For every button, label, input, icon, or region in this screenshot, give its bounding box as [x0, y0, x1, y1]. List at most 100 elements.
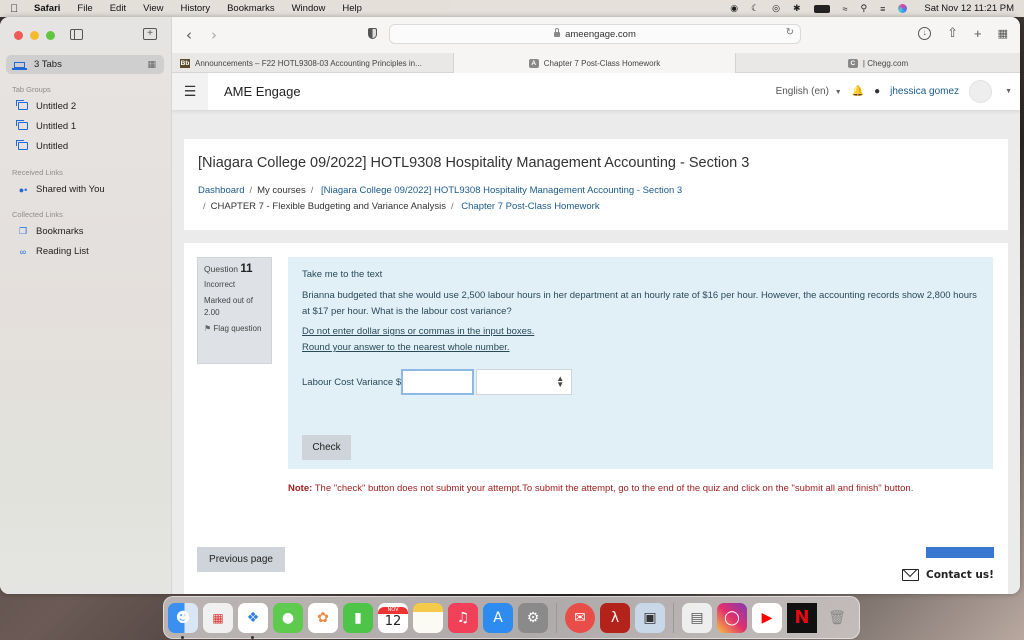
- caret-down-icon: ▼: [834, 89, 842, 96]
- blackboard-favicon-icon: Bb: [180, 58, 190, 68]
- sidebar-item-label: Untitled: [36, 141, 69, 152]
- question-number: Question 11: [204, 263, 265, 275]
- question-content: Take me to the text Brianna budgeted tha…: [288, 257, 993, 469]
- dock-system-preferences-icon[interactable]: ⚙: [518, 602, 548, 633]
- battery-icon[interactable]: [813, 4, 830, 13]
- zoom-window-button[interactable]: [46, 31, 55, 40]
- menu-window[interactable]: Window: [292, 3, 326, 14]
- dock-finder-icon[interactable]: ☻: [168, 602, 198, 639]
- sidebar-item-label: Shared with You: [36, 184, 105, 195]
- avatar[interactable]: [969, 80, 993, 103]
- dock-instagram-icon[interactable]: ◯: [717, 602, 747, 633]
- back-chevron-icon[interactable]: ‹: [186, 26, 192, 44]
- web-page: ☰ AME Engage English (en) ▼ 🔔 ● jhessica…: [172, 73, 1020, 594]
- notification-bell-icon[interactable]: 🔔: [852, 86, 864, 97]
- contact-label: Contact us!: [926, 569, 994, 581]
- spotlight-search-icon[interactable]: ⚲: [861, 3, 868, 14]
- control-center-icon[interactable]: ≡: [880, 4, 885, 14]
- tab-chapter-7-homework[interactable]: A Chapter 7 Post-Class Homework: [454, 53, 736, 73]
- dock-facetime-icon[interactable]: ▮: [343, 602, 373, 633]
- screen-record-icon[interactable]: ◉: [730, 3, 738, 14]
- dock-separator: [556, 602, 557, 633]
- user-name[interactable]: jhessica gomez: [890, 86, 959, 97]
- sidebar-item-tabs[interactable]: 3 Tabs ▦: [6, 55, 164, 74]
- dock-mail-icon[interactable]: ✉: [565, 602, 595, 633]
- apple-menu-icon[interactable]: : [10, 3, 20, 15]
- dock-music-icon[interactable]: ♫: [448, 602, 478, 633]
- siri-icon[interactable]: [898, 4, 908, 13]
- wifi-icon[interactable]: ≈: [843, 4, 848, 14]
- menu-help[interactable]: Help: [342, 3, 362, 14]
- sidebar-item-untitled-2[interactable]: Untitled 2: [16, 99, 76, 112]
- menu-view[interactable]: View: [143, 3, 163, 14]
- dock-photos-icon[interactable]: ✿: [308, 602, 338, 633]
- dock-preview-icon[interactable]: ▣: [635, 602, 665, 633]
- close-window-button[interactable]: [14, 31, 23, 40]
- language-selector[interactable]: English (en) ▼: [776, 86, 842, 97]
- messages-chat-icon[interactable]: ●: [874, 86, 880, 97]
- menu-edit[interactable]: Edit: [110, 3, 126, 14]
- envelope-icon: [902, 569, 919, 581]
- menu-file[interactable]: File: [77, 3, 92, 14]
- calendar-month: NOV: [378, 606, 408, 614]
- sidebar-item-shared-with-you[interactable]: ●• Shared with You: [17, 184, 105, 195]
- bookmark-icon: ❒: [18, 226, 28, 236]
- variance-type-select[interactable]: ▲ ▼: [476, 369, 573, 395]
- dock-messages-icon[interactable]: ●: [273, 602, 303, 633]
- dock-netflix-icon[interactable]: N: [787, 602, 817, 633]
- labour-cost-variance-input[interactable]: [401, 369, 475, 395]
- breadcrumb-dashboard[interactable]: Dashboard: [198, 185, 244, 196]
- select-updown-icon: ▲ ▼: [556, 374, 565, 389]
- dock-calendar-icon[interactable]: NOV 12: [378, 602, 408, 633]
- new-tab-plus-icon[interactable]: +: [974, 26, 982, 41]
- next-page-button[interactable]: [926, 547, 994, 558]
- breadcrumb-course[interactable]: [Niagara College 09/2022] HOTL9308 Hospi…: [321, 185, 682, 196]
- share-icon[interactable]: ⇧: [947, 25, 958, 41]
- previous-page-button[interactable]: Previous page: [197, 547, 285, 572]
- dock-safari-icon[interactable]: ❖: [238, 602, 268, 639]
- minimize-window-button[interactable]: [30, 31, 39, 40]
- dock-screenshot-icon[interactable]: ▤: [682, 602, 712, 633]
- dock-app-store-icon[interactable]: A: [483, 602, 513, 633]
- flag-question-button[interactable]: ⚑ Flag question: [204, 323, 265, 335]
- contact-us-button[interactable]: Contact us!: [902, 569, 994, 581]
- dock-launchpad-icon[interactable]: ▦: [203, 602, 233, 633]
- browser-toolbar: ‹ › ameengage.com ↻ ↓ ⇧ + ▦: [172, 17, 1020, 53]
- glasses-icon: ∞: [19, 246, 27, 257]
- user-menu-caret-icon[interactable]: ▼: [1005, 88, 1012, 95]
- dock-trash-icon[interactable]: 🗑: [822, 603, 852, 633]
- safari-sidebar: + 3 Tabs ▦ Tab Groups Untitled 2 Untitle…: [0, 17, 172, 594]
- tab-announcements[interactable]: Bb Announcements – F22 HOTL9308-03 Accou…: [172, 53, 454, 73]
- sidebar-item-reading-list[interactable]: ∞ Reading List: [17, 246, 89, 257]
- bluetooth-icon[interactable]: ✱: [793, 3, 801, 14]
- reload-icon[interactable]: ↻: [786, 27, 794, 38]
- site-name[interactable]: AME Engage: [224, 84, 301, 99]
- menu-history[interactable]: History: [181, 3, 211, 14]
- breadcrumb-homework[interactable]: Chapter 7 Post-Class Homework: [461, 201, 599, 212]
- tab-group-icon: [16, 139, 28, 150]
- new-tab-group-icon[interactable]: +: [143, 28, 157, 40]
- hamburger-menu-icon[interactable]: ☰: [172, 73, 208, 110]
- focus-moon-icon[interactable]: ☾: [751, 3, 759, 14]
- menu-bookmarks[interactable]: Bookmarks: [227, 3, 275, 14]
- question-number-value: 11: [240, 263, 253, 275]
- check-button[interactable]: Check: [302, 435, 351, 460]
- downloads-icon[interactable]: ↓: [918, 26, 932, 40]
- dock-notes-icon[interactable]: [413, 602, 443, 633]
- menu-clock[interactable]: Sat Nov 12 11:21 PM: [924, 3, 1014, 14]
- dock-youtube-icon[interactable]: ▶: [752, 602, 782, 633]
- take-me-to-text-link[interactable]: Take me to the text: [302, 267, 979, 283]
- tab-overview-icon[interactable]: ▦: [147, 59, 156, 70]
- forward-chevron-icon[interactable]: ›: [211, 26, 217, 44]
- address-bar[interactable]: ameengage.com ↻: [389, 24, 801, 44]
- privacy-shield-icon[interactable]: [368, 28, 377, 39]
- airdrop-icon[interactable]: ◎: [772, 3, 780, 14]
- dock-acrobat-icon[interactable]: λ: [600, 602, 630, 633]
- sidebar-item-untitled-1[interactable]: Untitled 1: [16, 119, 76, 132]
- tab-overview-grid-icon[interactable]: ▦: [998, 27, 1008, 40]
- sidebar-toggle-icon[interactable]: [70, 29, 83, 40]
- sidebar-item-bookmarks[interactable]: ❒ Bookmarks: [17, 226, 84, 237]
- tab-chegg[interactable]: C | Chegg.com: [736, 53, 1020, 73]
- menu-app-name[interactable]: Safari: [34, 3, 60, 14]
- sidebar-item-untitled[interactable]: Untitled: [16, 139, 69, 152]
